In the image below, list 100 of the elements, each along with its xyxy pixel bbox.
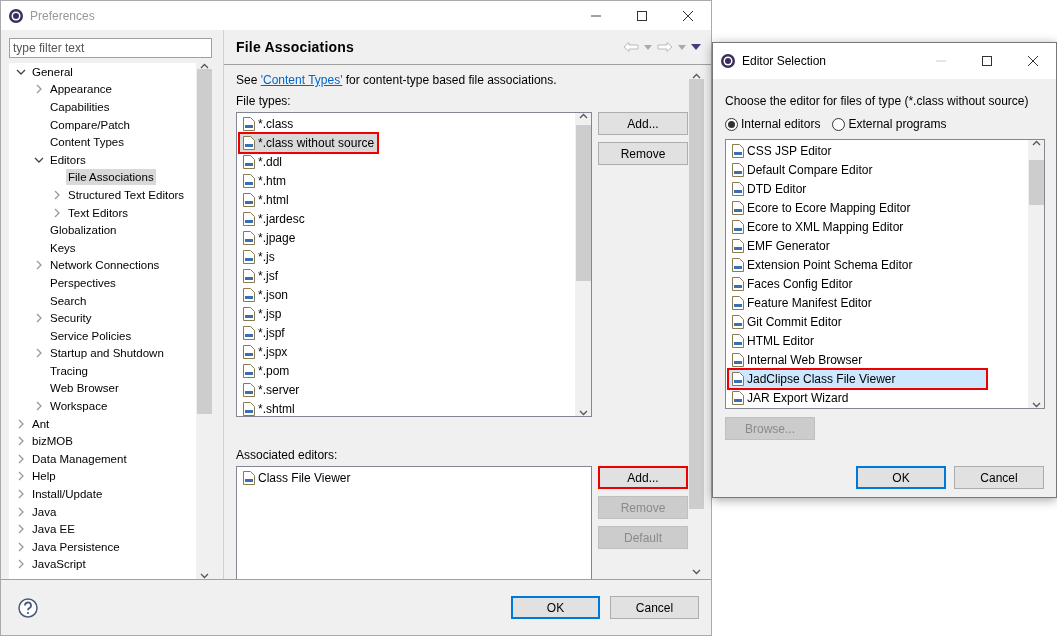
file-icon <box>730 218 746 235</box>
file-icon <box>241 248 257 265</box>
list-box[interactable]: Class File Viewer <box>236 466 592 579</box>
tree-item[interactable]: Data Management <box>30 450 129 467</box>
scroll-down-icon[interactable] <box>1031 402 1041 408</box>
chevron-right-icon[interactable] <box>52 207 62 218</box>
button[interactable]: Cancel <box>954 466 1044 489</box>
maximize-icon[interactable] <box>981 55 993 67</box>
tree-item[interactable]: Java Persistence <box>30 538 122 555</box>
button: Remove <box>598 496 688 519</box>
scrollbar[interactable] <box>575 113 591 416</box>
file-icon <box>730 161 746 178</box>
button[interactable]: OK <box>856 466 946 489</box>
list-item[interactable]: JadClipse Class File Viewer <box>727 367 988 390</box>
radio-button[interactable] <box>832 117 846 131</box>
scroll-down-icon[interactable] <box>199 573 209 579</box>
maximize-icon[interactable] <box>636 9 648 22</box>
tree-item[interactable]: Network Connections <box>48 257 162 274</box>
close-icon[interactable] <box>682 9 694 22</box>
tree-item[interactable]: Startup and Shutdown <box>48 345 166 362</box>
tree-item[interactable]: Service Policies <box>48 327 134 344</box>
close-icon[interactable] <box>1027 55 1039 67</box>
tree-item[interactable]: Text Editors <box>66 204 131 221</box>
button[interactable]: OK <box>511 596 600 619</box>
tree-item[interactable]: bizMOB <box>30 433 75 450</box>
button[interactable]: Add... <box>598 112 688 135</box>
radio-button[interactable] <box>725 117 738 131</box>
view-menu-icon[interactable] <box>691 44 701 50</box>
tree-item[interactable]: File Associations <box>66 169 156 186</box>
tree-item[interactable]: Appearance <box>48 81 115 98</box>
tree-item[interactable]: Install/Update <box>30 486 105 503</box>
content-types-link[interactable]: 'Content Types' <box>260 73 343 87</box>
scroll-up-icon[interactable] <box>1031 140 1041 146</box>
file-icon <box>241 362 257 379</box>
chevron-right-icon[interactable] <box>16 436 26 447</box>
file-icon <box>241 324 257 341</box>
forward-arrow-icon[interactable] <box>657 41 673 53</box>
chevron-right-icon[interactable] <box>52 189 62 200</box>
scrollbar-thumb[interactable] <box>575 125 591 281</box>
list-box[interactable] <box>725 139 1045 409</box>
scroll-up-icon[interactable] <box>578 113 588 119</box>
tree-item[interactable]: Search <box>48 292 89 309</box>
chevron-right-icon[interactable] <box>34 348 44 359</box>
help-icon[interactable] <box>18 597 38 618</box>
tree-item[interactable]: Help <box>30 468 58 485</box>
scroll-down-icon[interactable] <box>578 410 588 416</box>
chevron-right-icon[interactable] <box>16 453 26 464</box>
scrollbar-thumb[interactable] <box>1028 160 1044 205</box>
tree-item[interactable]: General <box>30 63 75 80</box>
dropdown-icon[interactable] <box>678 44 686 50</box>
scrollbar[interactable] <box>1028 140 1044 408</box>
filter-field[interactable]: type filter text <box>9 38 212 58</box>
dropdown-icon[interactable] <box>644 44 652 50</box>
file-icon <box>730 389 746 406</box>
tree-item[interactable]: JavaScript <box>30 556 88 573</box>
chevron-right-icon[interactable] <box>34 260 44 271</box>
list-item[interactable]: *.class without source <box>238 131 380 154</box>
button[interactable]: Remove <box>598 142 688 165</box>
tree-item[interactable]: Java <box>30 503 59 520</box>
tree-item[interactable]: Compare/Patch <box>48 116 132 133</box>
scroll-down-icon[interactable] <box>691 569 701 575</box>
tree-item[interactable]: Java EE <box>30 521 77 538</box>
tree-item[interactable]: Structured Text Editors <box>66 186 187 203</box>
tree-item[interactable]: Keys <box>48 239 78 256</box>
button: Default <box>598 526 688 549</box>
back-arrow-icon[interactable] <box>623 41 639 53</box>
tree-item[interactable]: Workspace <box>48 398 110 415</box>
tree-item[interactable]: Ant <box>30 415 52 432</box>
chevron-right-icon[interactable] <box>34 401 44 412</box>
tree-item[interactable]: Perspectives <box>48 274 118 291</box>
list-item[interactable]: Class File Viewer <box>238 467 356 489</box>
tree-item[interactable]: Editors <box>48 151 88 168</box>
radio-label[interactable]: Internal editors <box>741 117 821 131</box>
tree-item[interactable]: Globalization <box>48 222 119 239</box>
file-icon <box>241 343 257 360</box>
chevron-right-icon[interactable] <box>16 506 26 517</box>
field-label: File types: <box>236 93 292 110</box>
list-box[interactable]: *.class *.class without source *.ddl *.htm *.html *.jardesc *.jpage *.js *.jsf *.json *.jsp *.jspf *.jspx *.pom *.server *.shtml <box>236 112 592 417</box>
button[interactable]: Add... <box>598 466 688 489</box>
chevron-right-icon[interactable] <box>34 84 44 95</box>
tree-item[interactable]: Content Types <box>48 134 126 151</box>
button[interactable]: Cancel <box>610 596 699 619</box>
chevron-right-icon[interactable] <box>34 313 44 324</box>
scroll-up-icon[interactable] <box>691 73 701 79</box>
chevron-right-icon[interactable] <box>16 418 26 429</box>
chevron-right-icon[interactable] <box>16 559 26 570</box>
scroll-up-icon[interactable] <box>199 63 209 69</box>
scrollbar[interactable] <box>196 63 212 579</box>
tree-item[interactable]: Web Browser <box>48 380 121 397</box>
chevron-right-icon[interactable] <box>16 471 26 482</box>
tree-item[interactable]: Security <box>48 310 94 327</box>
tree-item[interactable]: Capabilities <box>48 99 112 115</box>
radio-label[interactable]: External programs <box>848 117 947 131</box>
scrollbar-thumb[interactable] <box>196 69 212 414</box>
file-icon <box>730 199 746 216</box>
file-icon <box>241 210 257 227</box>
chevron-right-icon[interactable] <box>16 524 26 535</box>
chevron-right-icon[interactable] <box>16 489 26 500</box>
tree-item[interactable]: Tracing <box>48 362 90 379</box>
chevron-right-icon[interactable] <box>16 541 26 552</box>
